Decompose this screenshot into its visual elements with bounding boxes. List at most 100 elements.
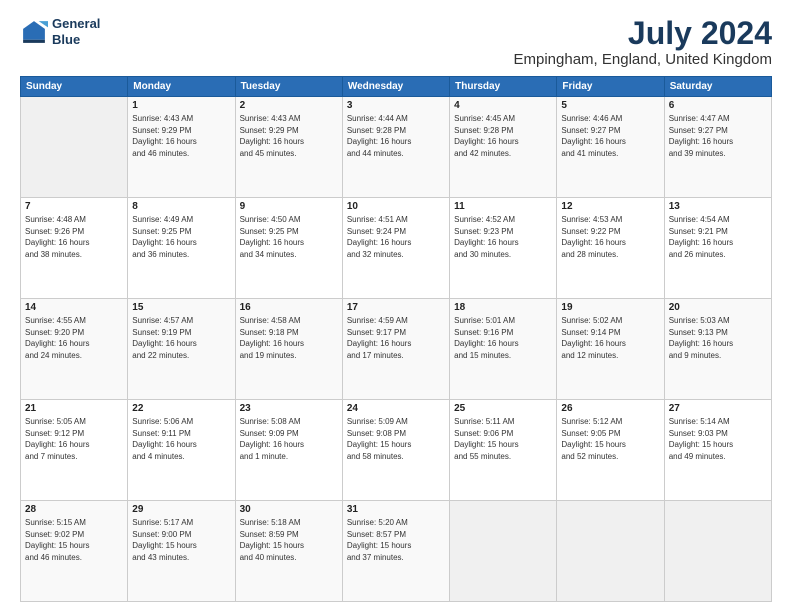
day-number: 17 xyxy=(347,302,445,313)
day-cell: 19Sunrise: 5:02 AM Sunset: 9:14 PM Dayli… xyxy=(557,299,664,400)
day-number: 31 xyxy=(347,504,445,515)
day-info: Sunrise: 5:17 AM Sunset: 9:00 PM Dayligh… xyxy=(132,517,230,563)
calendar-subtitle: Empingham, England, United Kingdom xyxy=(514,51,773,68)
day-number: 7 xyxy=(25,201,123,212)
day-number: 11 xyxy=(454,201,552,212)
day-info: Sunrise: 5:05 AM Sunset: 9:12 PM Dayligh… xyxy=(25,416,123,462)
day-info: Sunrise: 4:51 AM Sunset: 9:24 PM Dayligh… xyxy=(347,214,445,260)
week-row-2: 7 Sunrise: 4:48 AM Sunset: 9:26 PM Daylig… xyxy=(21,198,772,299)
day-cell: 30 Sunrise: 5:18 AM Sunset: 8:59 PM Dayli… xyxy=(235,501,342,602)
day-info: Sunrise: 4:50 AM Sunset: 9:25 PM Dayligh… xyxy=(240,214,338,260)
day-cell: 18 Sunrise: 5:01 AM Sunset: 9:16 PM Dayli… xyxy=(450,299,557,400)
day-cell: 7 Sunrise: 4:48 AM Sunset: 9:26 PM Daylig… xyxy=(21,198,128,299)
day-number: 29 xyxy=(132,504,230,515)
logo: General Blue xyxy=(20,16,100,47)
day-info: Sunrise: 4:43 AM Sunset: 9:29 PM Dayligh… xyxy=(240,113,338,159)
day-cell: 27 Sunrise: 5:14 AM Sunset: 9:03 PM Dayli… xyxy=(664,400,771,501)
day-number: 13 xyxy=(669,201,767,212)
day-cell: 14 Sunrise: 4:55 AM Sunset: 9:20 PM Dayli… xyxy=(21,299,128,400)
header-row: SundayMondayTuesdayWednesdayThursdayFrid… xyxy=(21,77,772,97)
day-cell: 31 Sunrise: 5:20 AM Sunset: 8:57 PM Dayli… xyxy=(342,501,449,602)
day-number: 24 xyxy=(347,403,445,414)
day-number: 27 xyxy=(669,403,767,414)
day-info: Sunrise: 5:12 AM Sunset: 9:05 PM Dayligh… xyxy=(561,416,659,462)
day-info: Sunrise: 4:58 AM Sunset: 9:18 PM Dayligh… xyxy=(240,315,338,361)
day-cell: 20Sunrise: 5:03 AM Sunset: 9:13 PM Dayli… xyxy=(664,299,771,400)
week-row-3: 14 Sunrise: 4:55 AM Sunset: 9:20 PM Dayli… xyxy=(21,299,772,400)
calendar-title: July 2024 xyxy=(514,16,773,51)
day-info: Sunrise: 5:06 AM Sunset: 9:11 PM Dayligh… xyxy=(132,416,230,462)
day-info: Sunrise: 4:49 AM Sunset: 9:25 PM Dayligh… xyxy=(132,214,230,260)
day-info: Sunrise: 5:18 AM Sunset: 8:59 PM Dayligh… xyxy=(240,517,338,563)
logo-icon xyxy=(20,18,48,46)
day-number: 8 xyxy=(132,201,230,212)
day-info: Sunrise: 4:47 AM Sunset: 9:27 PM Dayligh… xyxy=(669,113,767,159)
column-header-sunday: Sunday xyxy=(21,77,128,97)
day-number: 30 xyxy=(240,504,338,515)
day-cell xyxy=(664,501,771,602)
day-cell: 9 Sunrise: 4:50 AM Sunset: 9:25 PM Daylig… xyxy=(235,198,342,299)
column-header-wednesday: Wednesday xyxy=(342,77,449,97)
day-info: Sunrise: 5:03 AM Sunset: 9:13 PM Dayligh… xyxy=(669,315,767,361)
day-info: Sunrise: 4:46 AM Sunset: 9:27 PM Dayligh… xyxy=(561,113,659,159)
day-info: Sunrise: 4:55 AM Sunset: 9:20 PM Dayligh… xyxy=(25,315,123,361)
day-cell xyxy=(557,501,664,602)
day-info: Sunrise: 5:15 AM Sunset: 9:02 PM Dayligh… xyxy=(25,517,123,563)
column-header-friday: Friday xyxy=(557,77,664,97)
day-cell: 16Sunrise: 4:58 AM Sunset: 9:18 PM Dayli… xyxy=(235,299,342,400)
day-cell: 12Sunrise: 4:53 AM Sunset: 9:22 PM Dayli… xyxy=(557,198,664,299)
day-number: 5 xyxy=(561,100,659,111)
day-number: 19 xyxy=(561,302,659,313)
day-info: Sunrise: 4:57 AM Sunset: 9:19 PM Dayligh… xyxy=(132,315,230,361)
day-number: 18 xyxy=(454,302,552,313)
day-cell: 4Sunrise: 4:45 AM Sunset: 9:28 PM Daylig… xyxy=(450,97,557,198)
day-info: Sunrise: 4:44 AM Sunset: 9:28 PM Dayligh… xyxy=(347,113,445,159)
day-cell: 2 Sunrise: 4:43 AM Sunset: 9:29 PM Daylig… xyxy=(235,97,342,198)
day-number: 21 xyxy=(25,403,123,414)
day-number: 25 xyxy=(454,403,552,414)
day-number: 23 xyxy=(240,403,338,414)
day-number: 9 xyxy=(240,201,338,212)
day-cell: 10 Sunrise: 4:51 AM Sunset: 9:24 PM Dayli… xyxy=(342,198,449,299)
day-info: Sunrise: 5:14 AM Sunset: 9:03 PM Dayligh… xyxy=(669,416,767,462)
day-cell: 8 Sunrise: 4:49 AM Sunset: 9:25 PM Daylig… xyxy=(128,198,235,299)
logo-text: General Blue xyxy=(52,16,100,47)
column-header-tuesday: Tuesday xyxy=(235,77,342,97)
day-cell xyxy=(21,97,128,198)
day-info: Sunrise: 4:53 AM Sunset: 9:22 PM Dayligh… xyxy=(561,214,659,260)
week-row-1: 1Sunrise: 4:43 AM Sunset: 9:29 PM Daylig… xyxy=(21,97,772,198)
day-info: Sunrise: 5:01 AM Sunset: 9:16 PM Dayligh… xyxy=(454,315,552,361)
day-cell: 29 Sunrise: 5:17 AM Sunset: 9:00 PM Dayli… xyxy=(128,501,235,602)
calendar-table: SundayMondayTuesdayWednesdayThursdayFrid… xyxy=(20,76,772,602)
day-number: 3 xyxy=(347,100,445,111)
day-cell: 26Sunrise: 5:12 AM Sunset: 9:05 PM Dayli… xyxy=(557,400,664,501)
day-cell: 15 Sunrise: 4:57 AM Sunset: 9:19 PM Dayli… xyxy=(128,299,235,400)
day-cell: 23Sunrise: 5:08 AM Sunset: 9:09 PM Dayli… xyxy=(235,400,342,501)
day-info: Sunrise: 4:52 AM Sunset: 9:23 PM Dayligh… xyxy=(454,214,552,260)
header: General Blue July 2024 Empingham, Englan… xyxy=(20,16,772,68)
column-header-saturday: Saturday xyxy=(664,77,771,97)
day-number: 6 xyxy=(669,100,767,111)
day-cell: 11 Sunrise: 4:52 AM Sunset: 9:23 PM Dayli… xyxy=(450,198,557,299)
day-info: Sunrise: 5:11 AM Sunset: 9:06 PM Dayligh… xyxy=(454,416,552,462)
day-cell: 6 Sunrise: 4:47 AM Sunset: 9:27 PM Daylig… xyxy=(664,97,771,198)
day-cell: 22Sunrise: 5:06 AM Sunset: 9:11 PM Dayli… xyxy=(128,400,235,501)
day-cell: 5 Sunrise: 4:46 AM Sunset: 9:27 PM Daylig… xyxy=(557,97,664,198)
day-cell xyxy=(450,501,557,602)
day-number: 2 xyxy=(240,100,338,111)
day-number: 10 xyxy=(347,201,445,212)
day-info: Sunrise: 4:48 AM Sunset: 9:26 PM Dayligh… xyxy=(25,214,123,260)
column-header-monday: Monday xyxy=(128,77,235,97)
column-header-thursday: Thursday xyxy=(450,77,557,97)
day-info: Sunrise: 4:59 AM Sunset: 9:17 PM Dayligh… xyxy=(347,315,445,361)
day-cell: 17 Sunrise: 4:59 AM Sunset: 9:17 PM Dayli… xyxy=(342,299,449,400)
week-row-5: 28Sunrise: 5:15 AM Sunset: 9:02 PM Dayli… xyxy=(21,501,772,602)
day-info: Sunrise: 5:09 AM Sunset: 9:08 PM Dayligh… xyxy=(347,416,445,462)
day-info: Sunrise: 4:54 AM Sunset: 9:21 PM Dayligh… xyxy=(669,214,767,260)
day-cell: 3 Sunrise: 4:44 AM Sunset: 9:28 PM Daylig… xyxy=(342,97,449,198)
day-cell: 25 Sunrise: 5:11 AM Sunset: 9:06 PM Dayli… xyxy=(450,400,557,501)
day-number: 14 xyxy=(25,302,123,313)
day-number: 15 xyxy=(132,302,230,313)
day-info: Sunrise: 5:20 AM Sunset: 8:57 PM Dayligh… xyxy=(347,517,445,563)
day-info: Sunrise: 4:45 AM Sunset: 9:28 PM Dayligh… xyxy=(454,113,552,159)
